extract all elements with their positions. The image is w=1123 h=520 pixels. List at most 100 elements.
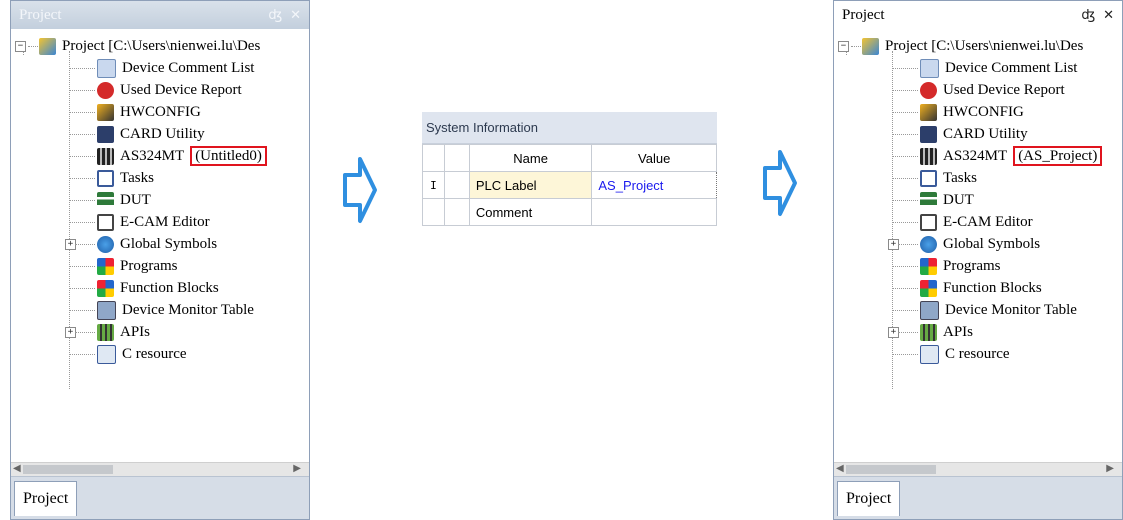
tree-item[interactable]: Used Device Report [11, 79, 309, 101]
tree-item[interactable]: C resource [11, 343, 309, 365]
tree-item[interactable]: DUT [11, 189, 309, 211]
tree-item[interactable]: + APIs [11, 321, 309, 343]
comment-value-input[interactable] [591, 198, 717, 226]
arrow-right-icon [763, 150, 797, 216]
tree-item-plc[interactable]: AS324MT (AS_Project) [834, 145, 1122, 167]
tree-item[interactable]: Programs [834, 255, 1122, 277]
tree-item[interactable]: Function Blocks [11, 277, 309, 299]
panel-title: Project [19, 6, 62, 23]
tree-item[interactable]: + Global Symbols [11, 233, 309, 255]
function-blocks-icon [97, 279, 114, 297]
c-resource-icon [97, 344, 116, 364]
row-header-corner [422, 144, 445, 172]
system-information-title: System Information [422, 112, 717, 144]
column-header-name: Name [468, 144, 593, 172]
ecam-icon [97, 213, 114, 231]
close-icon[interactable]: ✕ [290, 8, 301, 23]
apis-icon [97, 323, 114, 341]
system-information-grid: System Information Name Value I PLC Labe… [422, 112, 717, 240]
c-resource-icon [920, 344, 939, 364]
device-report-icon [920, 81, 937, 99]
ecam-icon [920, 213, 937, 231]
hwconfig-icon [97, 103, 114, 121]
tree-item[interactable]: Device Monitor Table [11, 299, 309, 321]
tree-item[interactable]: Tasks [11, 167, 309, 189]
function-blocks-icon [920, 279, 937, 297]
pin-icon[interactable]: ʤ [1081, 8, 1095, 23]
tree-item[interactable]: E-CAM Editor [834, 211, 1122, 233]
comment-list-icon [97, 58, 116, 78]
tree-item[interactable]: Device Comment List [11, 57, 309, 79]
tree-item[interactable]: Device Monitor Table [834, 299, 1122, 321]
tree-item[interactable]: Device Comment List [834, 57, 1122, 79]
plc-icon [97, 147, 114, 165]
plc-label-tag: (AS_Project) [1013, 146, 1103, 166]
row-marker: I [422, 171, 445, 199]
panel-tabbar: Project [834, 476, 1122, 519]
card-utility-icon [920, 125, 937, 143]
row-indicator-header [443, 144, 470, 172]
tab-project[interactable]: Project [14, 481, 78, 516]
tasks-icon [97, 169, 114, 187]
horizontal-scrollbar[interactable]: ◀ ▶ [834, 462, 1122, 477]
programs-icon [920, 257, 937, 275]
plc-label-value-input[interactable]: AS_Project [591, 171, 717, 199]
scroll-left-icon[interactable]: ◀ [13, 463, 21, 474]
close-icon[interactable]: ✕ [1103, 8, 1114, 23]
tree-root[interactable]: − Project [C:\Users\nienwei.lu\Des [11, 35, 309, 57]
tree-item[interactable]: + APIs [834, 321, 1122, 343]
global-symbols-icon [97, 235, 114, 253]
tasks-icon [920, 169, 937, 187]
panel-titlebar[interactable]: Project ʤ ✕ [11, 1, 309, 29]
tree-item[interactable]: CARD Utility [834, 123, 1122, 145]
comment-list-icon [920, 58, 939, 78]
monitor-table-icon [97, 300, 116, 320]
card-utility-icon [97, 125, 114, 143]
tree-item[interactable]: Function Blocks [834, 277, 1122, 299]
tree-item-plc[interactable]: AS324MT (Untitled0) [11, 145, 309, 167]
tree-item[interactable]: Used Device Report [834, 79, 1122, 101]
tree-item[interactable]: HWCONFIG [11, 101, 309, 123]
tree-item[interactable]: HWCONFIG [834, 101, 1122, 123]
row-indicator [443, 198, 470, 226]
tree-root-label: Project [C:\Users\nienwei.lu\Des [62, 37, 261, 54]
scroll-thumb[interactable] [23, 465, 113, 474]
row-indicator [443, 171, 470, 199]
horizontal-scrollbar[interactable]: ◀ ▶ [11, 462, 309, 477]
monitor-table-icon [920, 300, 939, 320]
tree-item[interactable]: + Global Symbols [834, 233, 1122, 255]
scroll-right-icon[interactable]: ▶ [293, 463, 301, 474]
device-report-icon [97, 81, 114, 99]
collapse-icon[interactable]: − [838, 41, 849, 52]
collapse-icon[interactable]: − [15, 41, 26, 52]
plc-label-name-cell: PLC Label [468, 171, 593, 199]
tree-item[interactable]: DUT [834, 189, 1122, 211]
project-tree: − Project [C:\Users\nienwei.lu\Des Devic… [834, 29, 1122, 389]
tree-item[interactable]: C resource [834, 343, 1122, 365]
project-tree: − Project [C:\Users\nienwei.lu\Des Devic… [11, 29, 309, 389]
tree-root[interactable]: − Project [C:\Users\nienwei.lu\Des [834, 35, 1122, 57]
pin-icon[interactable]: ʤ [268, 8, 282, 23]
panel-titlebar[interactable]: Project ʤ ✕ [834, 1, 1122, 29]
arrow-right-icon [343, 157, 377, 223]
dut-icon [97, 191, 114, 209]
tree-item[interactable]: E-CAM Editor [11, 211, 309, 233]
tree-item[interactable]: CARD Utility [11, 123, 309, 145]
row-marker [422, 198, 445, 226]
programs-icon [97, 257, 114, 275]
tree-item[interactable]: Tasks [834, 167, 1122, 189]
column-header-value: Value [591, 144, 717, 172]
plc-icon [920, 147, 937, 165]
scroll-right-icon[interactable]: ▶ [1106, 463, 1114, 474]
project-root-icon [862, 37, 879, 55]
tree-item[interactable]: Programs [11, 255, 309, 277]
plc-label-tag: (Untitled0) [190, 146, 267, 166]
global-symbols-icon [920, 235, 937, 253]
scroll-thumb[interactable] [846, 465, 936, 474]
scroll-left-icon[interactable]: ◀ [836, 463, 844, 474]
dut-icon [920, 191, 937, 209]
project-panel-after: Project ʤ ✕ − Project [C:\Users\nienwei.… [833, 0, 1123, 520]
hwconfig-icon [920, 103, 937, 121]
apis-icon [920, 323, 937, 341]
tab-project[interactable]: Project [837, 481, 901, 516]
